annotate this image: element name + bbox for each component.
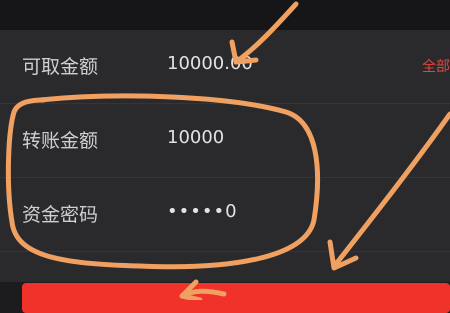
available-amount-row: 可取金额 10000.00 全部 (0, 30, 450, 104)
fund-password-input[interactable]: •••••0 (167, 201, 238, 222)
fund-password-row: 资金密码 •••••0 (0, 178, 450, 252)
transfer-amount-input[interactable]: 10000 (167, 127, 224, 148)
available-amount-label: 可取金额 (22, 56, 99, 78)
top-strip (0, 0, 450, 30)
withdraw-all-link[interactable]: 全部 (422, 56, 450, 76)
confirm-button[interactable] (22, 283, 450, 313)
fund-password-label: 资金密码 (22, 204, 99, 226)
transfer-amount-label: 转账金额 (22, 130, 99, 152)
transfer-amount-row: 转账金额 10000 (0, 104, 450, 178)
available-amount-value: 10000.00 (167, 53, 253, 74)
